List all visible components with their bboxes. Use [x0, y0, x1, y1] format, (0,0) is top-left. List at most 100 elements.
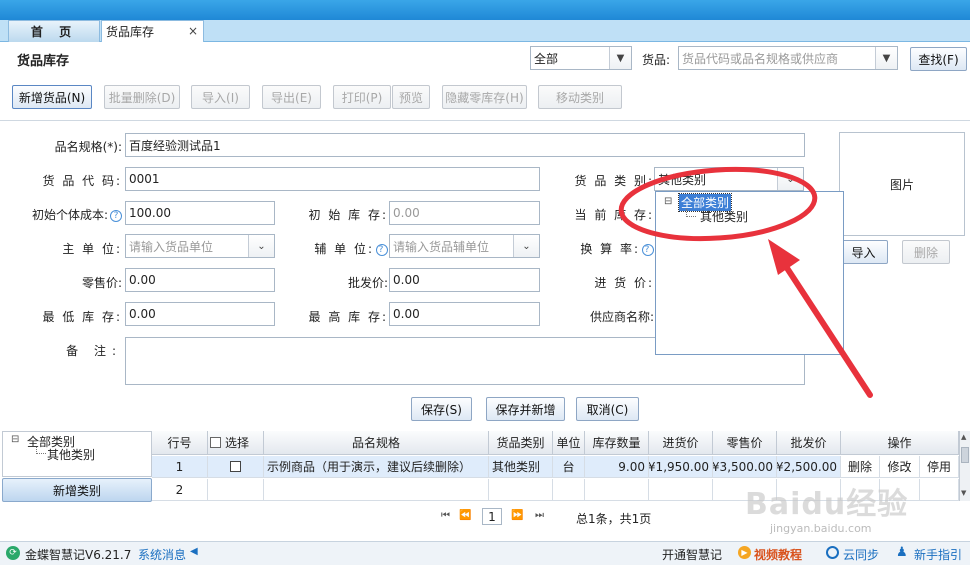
annotation-circle	[618, 166, 818, 242]
col-retail: 零售价	[713, 431, 777, 455]
scroll-up-icon[interactable]: ▲	[961, 433, 966, 441]
pager-summary: 总1条，共1页	[576, 512, 652, 526]
cloud-sync-link[interactable]: 云同步	[843, 546, 879, 563]
retail-label: 零售价:	[81, 276, 122, 290]
grid-scrollbar[interactable]: ▲ ▼	[959, 431, 970, 501]
annotation-arrow-line	[782, 262, 873, 398]
tab-inventory[interactable]: 货品库存 ×	[101, 20, 204, 42]
row-category	[489, 479, 553, 501]
row-no: 2	[152, 479, 208, 501]
chevron-down-icon[interactable]: ⌄	[248, 235, 274, 257]
row-unit	[553, 479, 585, 501]
page-input[interactable]: 1	[482, 508, 502, 525]
search-input[interactable]: 货品代码或品名规格或供应商 ▼	[678, 46, 898, 70]
aux-unit-select[interactable]: 请输入货品辅单位 ⌄	[389, 234, 540, 258]
max-stock-label: 最 高 库 存:	[308, 310, 388, 324]
remark-label: 备 注:	[66, 344, 122, 358]
divider	[0, 120, 970, 121]
aux-unit-label: 辅 单 位:?	[300, 240, 388, 257]
col-wholesale: 批发价	[777, 431, 841, 455]
retail-field[interactable]: 0.00	[125, 268, 275, 292]
search-button[interactable]: 查找(F)	[910, 47, 967, 71]
print-button[interactable]: 打印(P)	[333, 85, 391, 109]
col-category: 货品类别	[489, 431, 553, 455]
status-bar: ⟳ 金蝶智慧记V6.21.7 系统消息 ◀ 开通智慧记 ▶ 视频教程 云同步 ♟…	[0, 541, 970, 565]
code-label: 货 品 代 码:	[42, 174, 122, 188]
row-purchase-price	[649, 479, 713, 501]
row-category: 其他类别	[489, 456, 553, 478]
unit-cost-label: 初始个体成本:?	[20, 206, 122, 223]
category-tree: ⊟ 全部类别 其他类别	[2, 431, 152, 477]
row-checkbox[interactable]	[230, 461, 241, 472]
page-title: 货品库存	[17, 54, 70, 69]
main-unit-placeholder: 请输入货品单位	[129, 239, 214, 254]
window-top-bar	[0, 0, 970, 20]
scroll-down-icon[interactable]: ▼	[961, 489, 966, 497]
row-unit: 台	[553, 456, 585, 478]
tree-item-other[interactable]: 其他类别	[47, 446, 95, 463]
row-no: 1	[152, 456, 208, 478]
close-icon[interactable]: ×	[188, 24, 198, 38]
col-unit: 单位	[553, 431, 585, 455]
import-button[interactable]: 导入(I)	[191, 85, 250, 109]
save-button[interactable]: 保存(S)	[411, 397, 472, 421]
scroll-thumb[interactable]	[961, 447, 969, 463]
system-messages-link[interactable]: 系统消息	[138, 546, 186, 563]
annotation-overlay	[618, 166, 873, 398]
image-delete-button[interactable]: 删除	[902, 240, 950, 264]
chevron-down-icon[interactable]: ▼	[609, 47, 631, 69]
collapse-icon[interactable]: ⊟	[11, 434, 19, 445]
move-category-button[interactable]: 移动类别	[538, 85, 622, 109]
add-goods-button[interactable]: 新增货品(N)	[12, 85, 92, 109]
row-qty	[585, 479, 649, 501]
image-label: 图片	[889, 177, 914, 192]
chevron-down-icon[interactable]: ▼	[875, 47, 897, 69]
code-field[interactable]: 0001	[125, 167, 540, 191]
row-wholesale-price: ¥2,500.00	[777, 456, 841, 478]
batch-delete-button[interactable]: 批量删除(D)	[104, 85, 180, 109]
category-filter-select[interactable]: 全部 ▼	[530, 46, 632, 70]
wholesale-field[interactable]: 0.00	[389, 268, 540, 292]
row-edit-button[interactable]: 修改	[880, 456, 920, 478]
first-page-icon[interactable]: ⏮	[441, 510, 450, 521]
row-disable-button[interactable]: 停用	[920, 456, 959, 478]
watermark-url: jingyan.baidu.com	[770, 522, 872, 535]
help-icon[interactable]: ?	[376, 243, 388, 256]
last-page-icon[interactable]: ⏭	[535, 510, 544, 521]
max-stock-field[interactable]: 0.00	[389, 302, 540, 326]
tab-strip: 首 页 货品库存 ×	[0, 20, 970, 42]
next-page-icon[interactable]: ⏩	[511, 510, 523, 521]
row-retail-price: ¥3,500.00	[713, 456, 777, 478]
chevron-down-icon[interactable]: ⌄	[513, 235, 539, 257]
col-name: 品名规格	[264, 431, 489, 455]
tab-home[interactable]: 首 页	[8, 20, 100, 42]
prev-page-icon[interactable]: ⏪	[459, 510, 471, 521]
init-stock-field[interactable]: 0.00	[389, 201, 540, 225]
goods-label: 货品:	[642, 53, 671, 67]
wholesale-label: 批发价:	[347, 276, 388, 290]
row-select-cell	[208, 479, 264, 501]
open-service-link[interactable]: 开通智慧记	[662, 546, 722, 563]
row-delete-button[interactable]: 删除	[841, 456, 880, 478]
app-version: 金蝶智慧记V6.21.7	[25, 548, 132, 562]
select-all-checkbox[interactable]	[210, 437, 221, 448]
video-tutorial-link[interactable]: 视频教程	[754, 546, 802, 563]
tree-connector	[36, 447, 46, 454]
save-new-button[interactable]: 保存并新增	[486, 397, 565, 421]
tab-home-label: 首 页	[30, 25, 78, 39]
min-stock-field[interactable]: 0.00	[125, 302, 275, 326]
help-icon[interactable]: ?	[110, 209, 122, 222]
beginner-guide-link[interactable]: 新手指引	[914, 546, 962, 563]
annotation-arrow-head	[768, 239, 800, 275]
export-button[interactable]: 导出(E)	[262, 85, 321, 109]
row-disable-cell	[920, 479, 959, 501]
hide-zero-stock-button[interactable]: 隐藏零库存(H)	[442, 85, 527, 109]
main-unit-select[interactable]: 请输入货品单位 ⌄	[125, 234, 275, 258]
unit-cost-field[interactable]: 100.00	[125, 201, 275, 225]
add-category-button[interactable]: 新增类别	[2, 478, 152, 502]
row-name: 示例商品（用于演示，建议后续删除）	[264, 456, 489, 478]
guide-icon: ♟	[896, 545, 908, 560]
preview-button[interactable]: 预览	[392, 85, 430, 109]
col-purchase: 进货价	[649, 431, 713, 455]
aux-unit-placeholder: 请输入货品辅单位	[393, 239, 490, 254]
